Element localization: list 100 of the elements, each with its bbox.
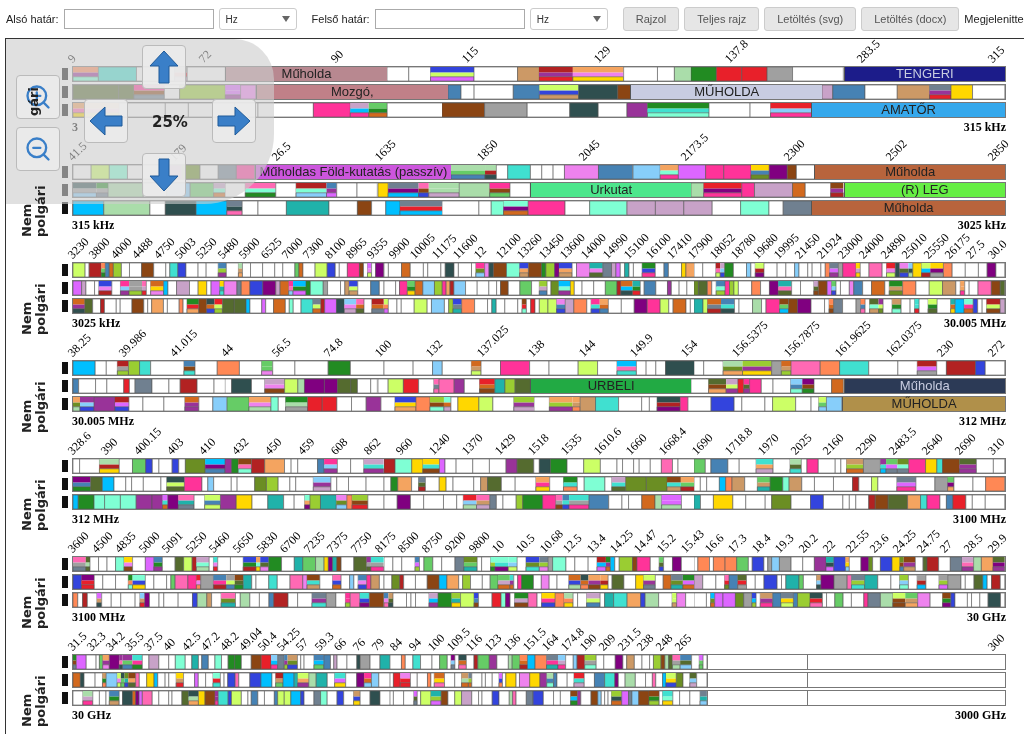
- toolbar-button[interactable]: Letöltés (svg): [764, 7, 857, 31]
- upper-bound-input[interactable]: [374, 9, 525, 29]
- band-start-label: 3: [72, 120, 78, 134]
- frequency-tick-label: 4500: [89, 529, 115, 555]
- pan-left-button[interactable]: [84, 99, 128, 143]
- row-group-label: gári: [27, 86, 41, 116]
- allocation-label: Mozgó,: [255, 85, 448, 99]
- band-start-label: 315 kHz: [72, 218, 115, 232]
- caret-icon: [281, 16, 290, 22]
- frequency-tick-label: 20.2: [796, 531, 820, 555]
- frequency-tick-label: 15.2: [654, 531, 679, 555]
- lower-bound-input[interactable]: [63, 9, 214, 29]
- allocation-label: TENGERI: [843, 67, 1005, 81]
- frequency-tick-label: 410: [196, 435, 219, 457]
- row-marker: [62, 594, 68, 606]
- row-marker: [62, 184, 68, 196]
- frequency-tick-label: 154: [678, 337, 701, 359]
- band-start-label: 312 MHz: [72, 512, 119, 526]
- frequency-tick-label: 10.5: [513, 531, 537, 555]
- zoom-in-button[interactable]: [16, 75, 60, 119]
- toolbar-button[interactable]: Rajzol: [622, 7, 680, 31]
- frequency-tick-label: 248: [653, 631, 675, 653]
- frequency-tick-label: 265: [672, 631, 694, 653]
- frequency-tick-label: 72: [196, 48, 214, 65]
- row-marker: [62, 264, 68, 276]
- frequency-tick-label: 9: [65, 52, 79, 65]
- frequency-tick-label: 230: [934, 337, 956, 359]
- allocation-label: URBELI: [530, 379, 692, 393]
- row-marker: [62, 478, 68, 490]
- frequency-tick-label: 403: [164, 435, 186, 457]
- row-marker: [62, 202, 68, 214]
- frequency-tick-label: 4000: [108, 235, 134, 261]
- row-marker: [62, 68, 68, 80]
- band-start-label: 3100 MHz: [72, 610, 125, 624]
- upper-bound-label: Felső határ:: [311, 13, 370, 25]
- band-end-label: 312 MHz: [959, 414, 1006, 428]
- frequency-tick-label: 17.3: [725, 531, 750, 555]
- frequency-tick-label: 960: [393, 435, 416, 457]
- frequency-tick-label: 76: [350, 636, 367, 653]
- zoom-out-icon: [24, 135, 52, 163]
- pan-up-button[interactable]: [142, 45, 186, 89]
- frequency-tick-label: 100: [372, 337, 394, 359]
- allocation-label: MŰHOLDA: [630, 85, 823, 99]
- band-start-label: 30.005 MHz: [72, 414, 134, 428]
- row-marker: [62, 656, 68, 668]
- row-marker: [62, 362, 68, 374]
- row-marker: [62, 576, 68, 588]
- frequency-tick-label: 390: [98, 435, 120, 457]
- frequency-tick-label: 41.5: [65, 139, 89, 163]
- frequency-tick-label: 18.4: [749, 531, 773, 555]
- toolbar-button[interactable]: Letöltés (docx): [861, 7, 960, 31]
- row-marker: [62, 104, 68, 116]
- frequency-tick-label: 862: [361, 435, 383, 457]
- lower-bound-label: Alsó határ:: [6, 13, 59, 25]
- frequency-tick-label: 459: [295, 435, 317, 457]
- frequency-tick-label: 84: [388, 636, 405, 653]
- pan-right-button[interactable]: [212, 99, 256, 143]
- frequency-tick-label: 432: [229, 435, 251, 457]
- allocation-label: Műholda: [811, 201, 1005, 215]
- allocation-label: Műholdas Föld-kutatás (passzív): [254, 165, 452, 179]
- row-group-label: Nem polgári: [20, 674, 48, 727]
- allocation-label: Műholda: [814, 165, 1005, 179]
- band-start-label: 30 GHz: [72, 708, 111, 722]
- frequency-tick-label: 100: [425, 631, 448, 653]
- row-marker: [62, 674, 68, 686]
- row-marker: [62, 300, 68, 312]
- band-end-label: 3025 kHz: [957, 218, 1006, 232]
- zoom-out-button[interactable]: [16, 127, 60, 171]
- frequency-tick-label: 44: [218, 342, 236, 359]
- display-label: Megjelenitte: [964, 13, 1024, 25]
- frequency-tick-label: 138: [525, 337, 547, 359]
- row-group-label: Nem polgári: [20, 576, 48, 629]
- frequency-tick-label: 22: [820, 538, 837, 555]
- frequency-tick-label: 129: [591, 43, 613, 65]
- arrow-right-icon: [217, 106, 251, 136]
- lower-unit-select[interactable]: Hz: [218, 8, 297, 30]
- allocation-label: (R) LEG: [843, 183, 1005, 197]
- arrow-up-icon: [149, 50, 179, 84]
- allocation-label: MŰHOLDA: [842, 397, 1005, 411]
- row-marker: [62, 398, 68, 410]
- row-marker: [62, 558, 68, 570]
- row-marker: [62, 282, 68, 294]
- band-end-label: 3100 MHz: [953, 512, 1006, 526]
- frequency-tick-label: 115: [459, 44, 481, 65]
- frequency-tick-label: 74.8: [321, 335, 345, 359]
- row-marker: [62, 166, 68, 178]
- row-marker: [62, 496, 68, 508]
- frequency-tick-label: 310: [985, 435, 1007, 457]
- frequency-tick-label: 132: [423, 337, 445, 359]
- allocation-label: Műholda: [843, 379, 1005, 393]
- toolbar-button[interactable]: Teljes rajz: [684, 7, 760, 31]
- frequency-tick-label: 272: [985, 337, 1007, 359]
- row-group-label: Nem polgári: [20, 184, 48, 237]
- upper-unit-select[interactable]: Hz: [529, 8, 608, 30]
- band-end-label: 315 kHz: [963, 120, 1006, 134]
- frequency-tick-label: 4835: [112, 529, 139, 555]
- frequency-tick-label: 10: [489, 538, 507, 555]
- band-end-label: 30.005 MHz: [944, 316, 1006, 330]
- frequency-tick-label: 315: [985, 43, 1007, 65]
- allocation-label: AMATŐR: [811, 103, 1005, 117]
